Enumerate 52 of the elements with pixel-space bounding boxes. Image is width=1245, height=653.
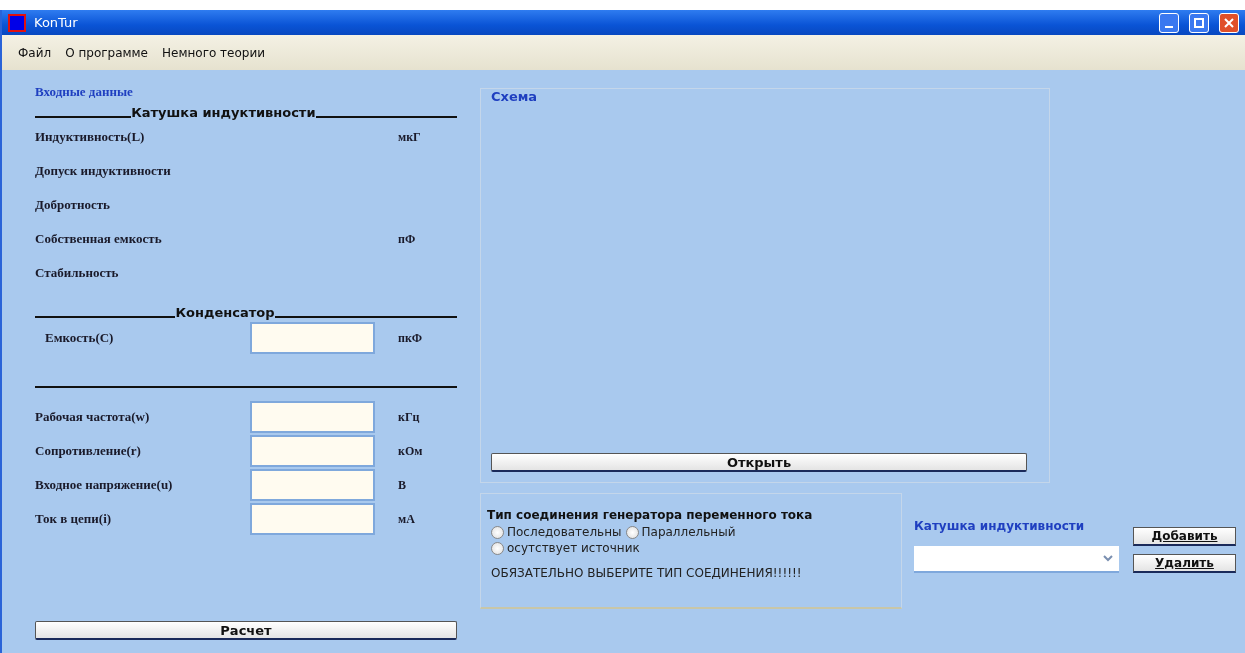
radio-button[interactable] xyxy=(625,525,639,539)
remove-button[interactable]: Удалить xyxy=(1133,554,1236,573)
input-field[interactable] xyxy=(250,401,375,433)
minimize-button[interactable] xyxy=(1159,12,1179,33)
unit-label: мкГ xyxy=(398,129,422,145)
panel-title: Схема xyxy=(491,89,539,104)
field-label: Добротность xyxy=(35,197,111,213)
unit-label: кОм xyxy=(398,443,424,459)
unit-label: пФ xyxy=(398,231,417,247)
window-title: KonTur xyxy=(34,15,79,30)
maximize-icon xyxy=(1194,17,1204,28)
add-button[interactable]: Добавить xyxy=(1133,527,1236,546)
menu-item[interactable]: Немного теории xyxy=(162,45,266,60)
app-icon xyxy=(8,13,26,32)
group-title: Тип соединения генератора переменного тока xyxy=(487,508,814,522)
field-label: Индуктивность(L) xyxy=(35,129,146,145)
field-label: Входное напряжение(u) xyxy=(35,477,174,493)
input-field[interactable] xyxy=(250,503,375,535)
input-field[interactable] xyxy=(250,322,375,354)
close-button[interactable] xyxy=(1219,12,1239,33)
chevron-icon xyxy=(1103,555,1113,562)
coil-dropdown[interactable] xyxy=(914,546,1119,573)
input-field[interactable] xyxy=(250,435,375,467)
unit-label: В xyxy=(398,477,407,493)
maximize-button[interactable] xyxy=(1189,12,1209,33)
field-label: Рабочая частота(w) xyxy=(35,409,151,425)
menu-item[interactable]: Файл xyxy=(18,45,52,60)
minimize-icon xyxy=(1165,25,1173,28)
calculate-button[interactable]: Расчет xyxy=(35,621,457,640)
coil-label: Катушка индуктивности xyxy=(914,519,1086,535)
radio-option[interactable]: Параллельный xyxy=(625,525,736,539)
radio-button[interactable] xyxy=(491,525,504,539)
panel-title: Входные данные xyxy=(35,84,134,100)
close-icon xyxy=(1224,17,1234,28)
field-label: Стабильность xyxy=(35,265,120,281)
warning-text: ОБЯЗАТЕЛЬНО ВЫБЕРИТЕ ТИП СОЕДИНЕНИЯ!!!!!! xyxy=(490,566,803,580)
unit-label: мА xyxy=(398,511,416,527)
unit-label: пкФ xyxy=(398,330,424,346)
radio-button[interactable] xyxy=(491,541,504,555)
field-label: Ток в цепи(i) xyxy=(35,511,113,527)
section-heading: Конденсатор xyxy=(175,305,275,320)
section-heading: Катушка индуктивности xyxy=(131,105,316,120)
open-button[interactable]: Открыть xyxy=(491,453,1027,472)
field-label: Емкость(C) xyxy=(45,330,115,346)
radio-option[interactable]: Последовательны xyxy=(491,525,622,539)
field-label: Сопротивление(r) xyxy=(35,443,142,459)
field-label: Собственная емкость xyxy=(35,231,163,247)
unit-label: кГц xyxy=(398,409,421,425)
menu-item[interactable]: О программе xyxy=(65,45,148,60)
field-label: Допуск индуктивности xyxy=(35,163,172,179)
input-field[interactable] xyxy=(250,469,375,501)
radio-option[interactable]: осутствует источник xyxy=(491,541,640,555)
